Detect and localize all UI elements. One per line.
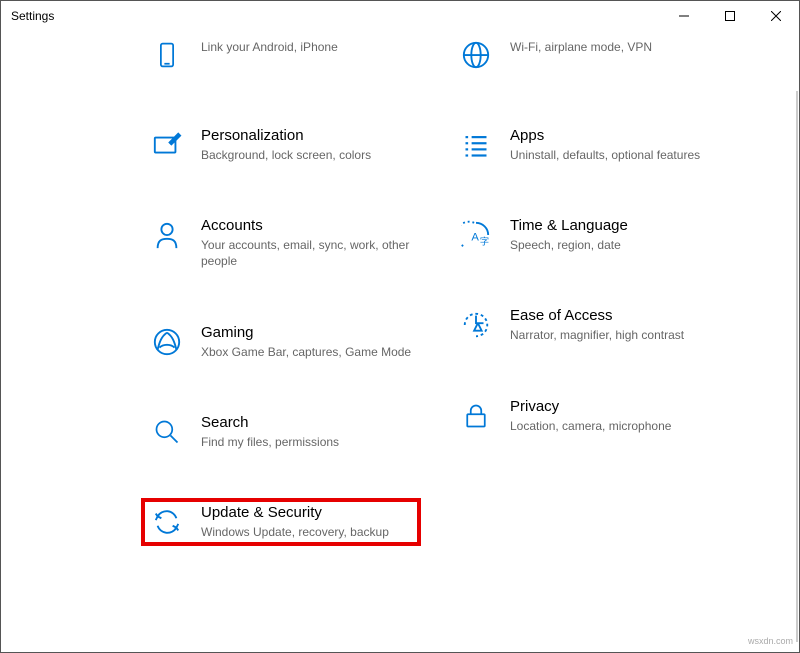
tile-desc: Link your Android, iPhone	[201, 39, 413, 55]
minimize-button[interactable]	[661, 1, 707, 31]
accounts-icon	[149, 217, 185, 253]
tile-title: Privacy	[510, 398, 722, 416]
tile-desc: Location, camera, microphone	[510, 418, 722, 434]
tile-desc: Wi-Fi, airplane mode, VPN	[510, 39, 722, 55]
tile-title: Update & Security	[201, 504, 413, 522]
tile-desc: Speech, region, date	[510, 237, 722, 253]
titlebar: Settings	[1, 1, 799, 31]
right-column: Wi-Fi, airplane mode, VPN Apps Uninstall…	[450, 31, 759, 652]
privacy-icon	[458, 398, 494, 434]
tile-personalization[interactable]: Personalization Background, lock screen,…	[141, 121, 421, 169]
maximize-button[interactable]	[707, 1, 753, 31]
tile-phone[interactable]: Link your Android, iPhone	[141, 31, 421, 79]
tile-title: Search	[201, 414, 413, 432]
update-icon	[149, 504, 185, 540]
settings-categories: Link your Android, iPhone Personalizatio…	[1, 31, 799, 652]
tile-time-language[interactable]: A字 Time & Language Speech, region, date	[450, 211, 730, 259]
tile-title: Time & Language	[510, 217, 722, 235]
tile-title: Accounts	[201, 217, 413, 235]
close-button[interactable]	[753, 1, 799, 31]
time-language-icon: A字	[458, 217, 494, 253]
apps-icon	[458, 127, 494, 163]
ease-of-access-icon	[458, 307, 494, 343]
watermark: wsxdn.com	[748, 636, 793, 646]
svg-text:A: A	[471, 232, 479, 244]
tile-desc: Your accounts, email, sync, work, other …	[201, 237, 413, 269]
tile-gaming[interactable]: Gaming Xbox Game Bar, captures, Game Mod…	[141, 318, 421, 366]
tile-desc: Find my files, permissions	[201, 434, 413, 450]
window-controls	[661, 1, 799, 31]
tile-search[interactable]: Search Find my files, permissions	[141, 408, 421, 456]
network-icon	[458, 37, 494, 73]
tile-desc: Narrator, magnifier, high contrast	[510, 327, 722, 343]
gaming-icon	[149, 324, 185, 360]
tile-title: Gaming	[201, 324, 413, 342]
scrollbar[interactable]	[796, 91, 798, 642]
phone-icon	[149, 37, 185, 73]
personalization-icon	[149, 127, 185, 163]
svg-text:字: 字	[480, 236, 489, 247]
tile-desc: Xbox Game Bar, captures, Game Mode	[201, 344, 413, 360]
tile-title: Ease of Access	[510, 307, 722, 325]
search-icon	[149, 414, 185, 450]
tile-update-security[interactable]: Update & Security Windows Update, recove…	[141, 498, 421, 546]
tile-accounts[interactable]: Accounts Your accounts, email, sync, wor…	[141, 211, 421, 275]
tile-title: Personalization	[201, 127, 413, 145]
tile-ease-of-access[interactable]: Ease of Access Narrator, magnifier, high…	[450, 301, 730, 349]
tile-privacy[interactable]: Privacy Location, camera, microphone	[450, 392, 730, 440]
tile-apps[interactable]: Apps Uninstall, defaults, optional featu…	[450, 121, 730, 169]
tile-network[interactable]: Wi-Fi, airplane mode, VPN	[450, 31, 730, 79]
tile-desc: Uninstall, defaults, optional features	[510, 147, 722, 163]
tile-desc: Background, lock screen, colors	[201, 147, 413, 163]
tile-title: Apps	[510, 127, 722, 145]
tile-desc: Windows Update, recovery, backup	[201, 524, 413, 540]
window-title: Settings	[11, 9, 54, 23]
left-column: Link your Android, iPhone Personalizatio…	[141, 31, 450, 652]
